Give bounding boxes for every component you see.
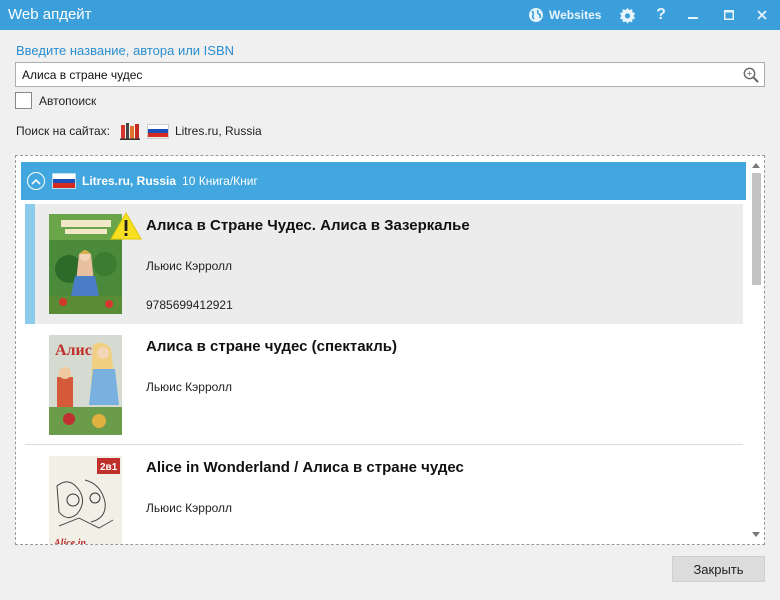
scroll-up-arrow-icon[interactable] [752, 163, 760, 168]
site-name[interactable]: Litres.ru, Russia [175, 124, 262, 138]
sites-label: Поиск на сайтах: [16, 124, 110, 138]
close-icon [757, 10, 767, 20]
search-input[interactable] [16, 63, 736, 86]
book-author: Льюис Кэрролл [146, 259, 233, 273]
group-header[interactable]: Litres.ru, Russia 10 Книга/Книг [21, 162, 746, 200]
question-icon: ? [656, 6, 666, 23]
divider [25, 444, 743, 445]
search-field [15, 62, 765, 87]
group-name: Litres.ru, Russia [82, 174, 177, 188]
magnifier-icon[interactable] [742, 66, 760, 84]
result-item[interactable]: 2в1 Alice in Wonderland Alice in Wonderl… [25, 446, 743, 545]
results-panel: Litres.ru, Russia 10 Книга/Книг Алиса в … [15, 155, 765, 545]
globe-icon [529, 8, 543, 22]
result-item[interactable]: Алиса Алиса в стране чудес (спектакль) Л… [25, 325, 743, 445]
close-window-button[interactable] [751, 4, 773, 26]
title-bar: Web апдейт Websites ? [0, 0, 780, 30]
books-icon[interactable] [119, 122, 140, 140]
results-scrollbar[interactable] [749, 157, 764, 543]
svg-text:2в1: 2в1 [100, 462, 118, 473]
sites-row: Поиск на сайтах: Litres.ru, Russia [16, 122, 262, 140]
websites-label: Websites [549, 8, 602, 22]
scroll-thumb[interactable] [752, 173, 761, 285]
scroll-down-arrow-icon[interactable] [752, 532, 760, 537]
close-button[interactable]: Закрыть [672, 556, 765, 582]
autosearch-checkbox[interactable] [15, 92, 32, 109]
window-title: Web апдейт [8, 6, 92, 23]
selection-indicator [25, 204, 35, 324]
book-author: Льюис Кэрролл [146, 501, 233, 515]
book-title: Alice in Wonderland / Алиса в стране чуд… [146, 459, 464, 476]
warning-icon [110, 212, 142, 240]
settings-button[interactable] [616, 4, 638, 26]
maximize-icon [724, 10, 734, 20]
gear-icon [619, 7, 635, 24]
book-isbn: 9785699412921 [146, 298, 233, 312]
group-count: 10 Книга/Книг [182, 174, 258, 188]
book-cover-image: Алиса [49, 335, 122, 435]
book-title: Алиса в Стране Чудес. Алиса в Зазеркалье [146, 217, 470, 234]
russia-flag-icon [146, 123, 169, 139]
book-title: Алиса в стране чудес (спектакль) [146, 338, 397, 355]
minimize-button[interactable] [682, 4, 704, 26]
autosearch-label: Автопоиск [39, 93, 97, 108]
help-button[interactable]: ? [650, 4, 672, 26]
autosearch-option[interactable]: Автопоиск [15, 92, 96, 109]
search-label: Введите название, автора или ISBN [16, 43, 235, 58]
websites-button[interactable]: Websites [528, 5, 601, 25]
svg-text:Alice in: Alice in [53, 538, 86, 545]
maximize-button[interactable] [718, 4, 740, 26]
collapse-button[interactable] [27, 172, 45, 190]
book-author: Льюис Кэрролл [146, 380, 233, 394]
book-cover-image: 2в1 Alice in Wonderland [49, 456, 122, 545]
russia-flag-icon [52, 173, 76, 189]
minimize-icon [688, 17, 698, 19]
chevron-up-icon [31, 178, 41, 185]
result-item[interactable]: Алиса в Стране Чудес. Алиса в Зазеркалье… [25, 204, 743, 324]
